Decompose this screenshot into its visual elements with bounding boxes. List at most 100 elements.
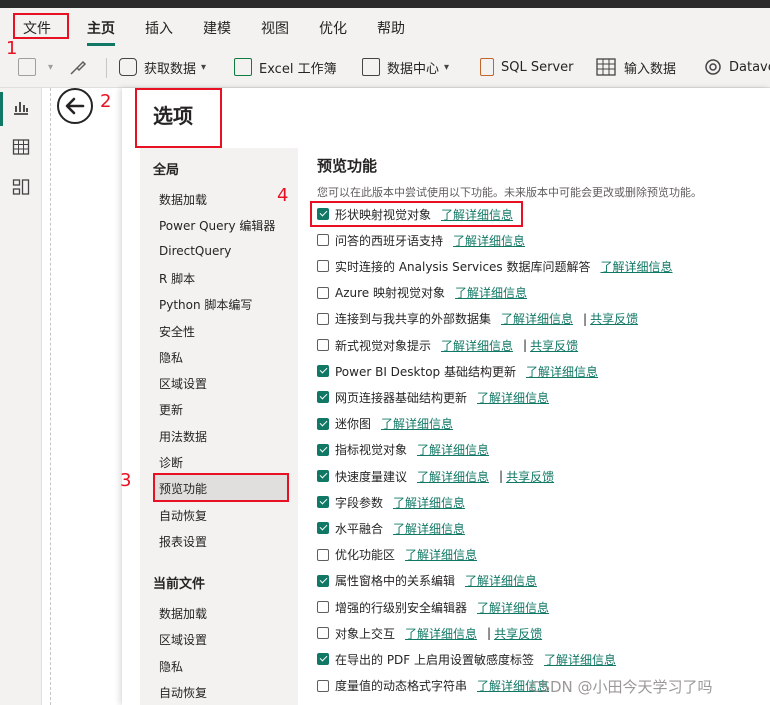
menu-view[interactable]: 视图: [261, 18, 289, 38]
sidebar-item[interactable]: Power Query 编辑器: [159, 217, 275, 234]
sidebar-item[interactable]: 区域设置: [159, 375, 207, 392]
feature-label: 优化功能区: [335, 548, 396, 563]
sidebar-item[interactable]: 数据加载: [159, 605, 207, 622]
sidebar-item[interactable]: 报表设置: [159, 533, 207, 550]
feature-checkbox[interactable]: [317, 679, 329, 692]
highlight-dialog-title: [135, 88, 222, 148]
learn-more-link[interactable]: 了解详细信息: [526, 363, 598, 380]
data-hub-label: 数据中心: [387, 61, 440, 77]
feature-row: 对象上交互 了解详细信息 | 共享反馈: [317, 625, 542, 641]
feature-label: Power BI Desktop 基础结构更新: [335, 364, 516, 379]
table-view-icon[interactable]: [12, 138, 30, 156]
model-view-icon[interactable]: [12, 178, 30, 196]
feature-checkbox[interactable]: [317, 470, 329, 482]
feature-checkbox[interactable]: [317, 365, 329, 378]
learn-more-link[interactable]: 了解详细信息: [477, 599, 549, 616]
menu-insert[interactable]: 插入: [145, 18, 173, 38]
data-hub-button[interactable]: 数据中心 ▾: [362, 56, 449, 78]
feature-row: 度量值的动态格式字符串 了解详细信息: [317, 678, 549, 694]
feature-checkbox[interactable]: [317, 391, 329, 404]
dataverse-icon: [705, 59, 721, 75]
title-bar: [0, 0, 770, 8]
feature-row: 增强的行级别安全编辑器 了解详细信息: [317, 599, 549, 615]
sql-server-button[interactable]: SQL Server: [480, 56, 574, 78]
dataverse-button[interactable]: Datave: [703, 56, 770, 78]
feature-row: Azure 映射视觉对象 了解详细信息: [317, 285, 527, 301]
feature-row: 在导出的 PDF 上启用设置敏感度标签 了解详细信息: [317, 651, 616, 667]
learn-more-link[interactable]: 了解详细信息: [417, 468, 489, 485]
feature-checkbox[interactable]: [317, 496, 329, 509]
feature-label: 快速度量建议: [335, 469, 408, 484]
menu-modeling[interactable]: 建模: [203, 18, 231, 38]
menu-help[interactable]: 帮助: [377, 18, 405, 38]
enter-data-button[interactable]: 输入数据: [596, 56, 676, 78]
link-divider: |: [487, 626, 492, 641]
learn-more-link[interactable]: 了解详细信息: [465, 572, 537, 589]
share-feedback-link[interactable]: 共享反馈: [530, 337, 578, 354]
feature-checkbox[interactable]: [317, 522, 329, 535]
excel-icon: [234, 58, 252, 76]
sidebar-item[interactable]: 数据加载: [159, 191, 207, 208]
sql-server-label: SQL Server: [501, 59, 574, 75]
share-feedback-link[interactable]: 共享反馈: [494, 625, 542, 642]
enter-data-label: 输入数据: [624, 61, 677, 77]
learn-more-link[interactable]: 了解详细信息: [544, 651, 616, 668]
feature-checkbox[interactable]: [317, 574, 329, 587]
sidebar-item[interactable]: Python 脚本编写: [159, 296, 252, 313]
learn-more-link[interactable]: 了解详细信息: [441, 337, 513, 354]
share-feedback-link[interactable]: 共享反馈: [506, 468, 554, 485]
feature-checkbox[interactable]: [317, 260, 329, 273]
feature-checkbox[interactable]: [317, 417, 329, 430]
feature-checkbox[interactable]: [317, 601, 329, 613]
feature-row: Power BI Desktop 基础结构更新 了解详细信息: [317, 363, 598, 379]
annotation-2: 2: [100, 91, 112, 112]
menu-home[interactable]: 主页: [87, 18, 115, 46]
back-button[interactable]: [57, 88, 93, 124]
sidebar-section-current-file: 当前文件: [153, 577, 206, 592]
feature-checkbox[interactable]: [317, 548, 329, 561]
excel-workbook-button[interactable]: Excel 工作簿: [234, 56, 337, 78]
feature-checkbox[interactable]: [317, 312, 329, 325]
active-view-indicator: [0, 92, 3, 126]
get-data-button[interactable]: 获取数据 ▾: [119, 56, 206, 78]
sidebar-item[interactable]: 隐私: [159, 658, 183, 675]
format-painter-button[interactable]: [68, 56, 88, 78]
sidebar-item[interactable]: 区域设置: [159, 631, 207, 648]
learn-more-link[interactable]: 了解详细信息: [601, 258, 673, 275]
sidebar-item[interactable]: DirectQuery: [159, 244, 231, 258]
learn-more-link[interactable]: 了解详细信息: [453, 232, 525, 249]
paste-button[interactable]: ▾: [18, 56, 53, 78]
feature-checkbox[interactable]: [317, 339, 329, 351]
sidebar-item[interactable]: 诊断: [159, 454, 183, 471]
learn-more-link[interactable]: 了解详细信息: [455, 284, 527, 301]
feature-checkbox[interactable]: [317, 443, 329, 456]
sidebar-item[interactable]: 自动恢复: [159, 507, 207, 524]
learn-more-link[interactable]: 了解详细信息: [393, 494, 465, 511]
sidebar-item[interactable]: 用法数据: [159, 428, 207, 445]
feature-row: 连接到与我共享的外部数据集 了解详细信息 | 共享反馈: [317, 311, 638, 327]
feature-row: 优化功能区 了解详细信息: [317, 547, 477, 563]
feature-checkbox[interactable]: [317, 653, 329, 666]
feature-row: 字段参数 了解详细信息: [317, 494, 465, 510]
learn-more-link[interactable]: 了解详细信息: [393, 520, 465, 537]
menu-optimize[interactable]: 优化: [319, 18, 347, 38]
share-feedback-link[interactable]: 共享反馈: [590, 310, 638, 327]
feature-checkbox[interactable]: [317, 234, 329, 247]
learn-more-link[interactable]: 了解详细信息: [405, 625, 477, 642]
feature-checkbox[interactable]: [317, 627, 329, 640]
feature-label: 网页连接器基础结构更新: [335, 390, 468, 405]
learn-more-link[interactable]: 了解详细信息: [381, 415, 453, 432]
sidebar-item[interactable]: 安全性: [159, 323, 195, 340]
sidebar-item[interactable]: 更新: [159, 401, 183, 418]
report-view-icon[interactable]: [12, 98, 30, 116]
sidebar-item[interactable]: 自动恢复: [159, 684, 207, 701]
learn-more-link[interactable]: 了解详细信息: [405, 546, 477, 563]
feature-label: 问答的西班牙语支持: [335, 233, 444, 248]
learn-more-link[interactable]: 了解详细信息: [501, 310, 573, 327]
learn-more-link[interactable]: 了解详细信息: [477, 389, 549, 406]
sidebar-item[interactable]: R 脚本: [159, 270, 195, 287]
feature-checkbox[interactable]: [317, 286, 329, 299]
sidebar-item[interactable]: 隐私: [159, 349, 183, 366]
dataverse-label: Datave: [729, 59, 770, 75]
learn-more-link[interactable]: 了解详细信息: [417, 441, 489, 458]
